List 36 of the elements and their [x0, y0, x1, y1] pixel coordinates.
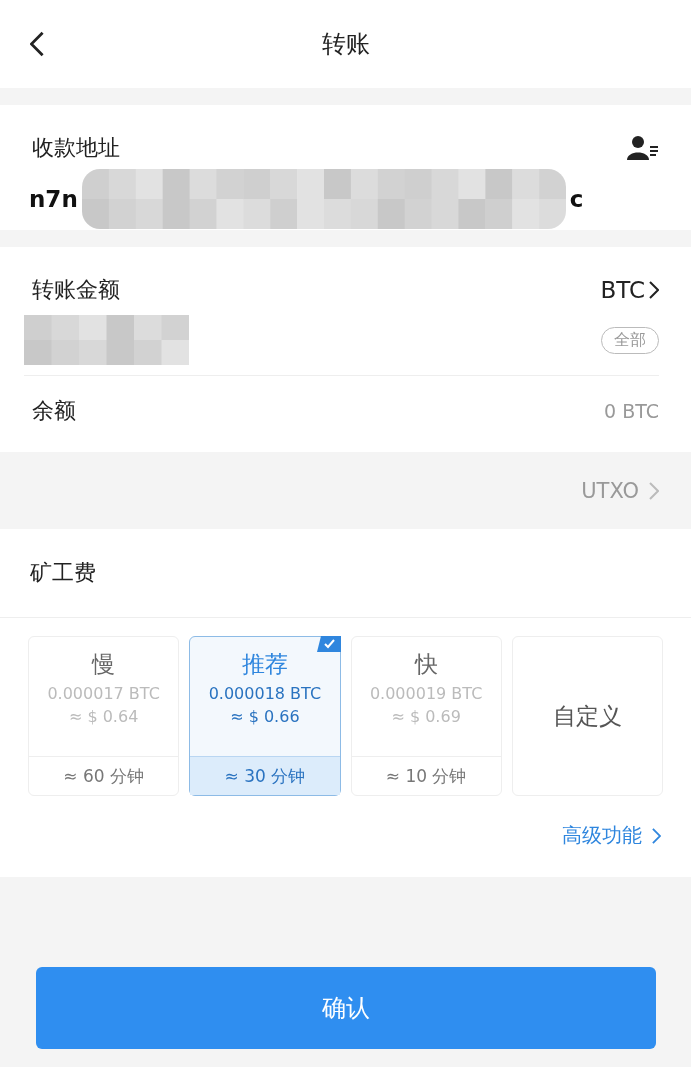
back-icon: [30, 30, 44, 58]
section-title: 矿工费: [0, 529, 691, 618]
page-title: 转账: [321, 29, 370, 60]
fee-amount: 0.000017 BTC: [47, 684, 160, 703]
check-icon: [316, 636, 341, 652]
all-button[interactable]: 全部: [601, 326, 659, 354]
option-label: 自定义: [552, 701, 622, 731]
option-label: 慢: [92, 650, 116, 679]
confirm-button[interactable]: 确认: [35, 967, 656, 1049]
fee-amount: 0.000018 BTC: [208, 684, 322, 703]
option-label: 快: [414, 650, 438, 679]
address-text: n7n: [29, 186, 78, 212]
chevron-icon: [649, 480, 659, 501]
field-label: 转账金额: [32, 276, 120, 304]
fee-option-card[interactable]: 推荐 0.000018 BTC ≈ $ 0.66 ≈ 30 分钟: [189, 636, 341, 796]
fee-usd: ≈ $ 0.64: [68, 707, 139, 726]
option-label: 推荐: [241, 650, 288, 679]
field-label: 收款地址: [32, 134, 120, 162]
fee-option-card[interactable]: 自定义: [511, 636, 663, 796]
fee-option-card[interactable]: 慢 0.000017 BTC ≈ $ 0.64 ≈ 60 分钟: [28, 636, 180, 796]
fee-option-card[interactable]: 快 0.000019 BTC ≈ $ 0.69 ≈ 10 分钟: [350, 636, 502, 796]
contacts-icon[interactable]: [627, 135, 659, 161]
chevron-icon: [649, 280, 659, 300]
fee-usd: ≈ $ 0.69: [391, 707, 461, 726]
address-text: c: [569, 186, 584, 212]
advanced-link[interactable]: 高级功能: [562, 822, 661, 849]
currency-selector[interactable]: BTC: [600, 277, 659, 303]
balance-value: 0 BTC: [604, 400, 659, 422]
fee-amount: 0.000019 BTC: [369, 684, 483, 703]
time-estimate: ≈ 10 分钟: [351, 756, 501, 795]
time-estimate: ≈ 60 分钟: [29, 756, 179, 795]
utxo-link[interactable]: UTXO: [581, 478, 659, 503]
chevron-icon: [652, 826, 661, 845]
fee-usd: ≈ $ 0.66: [230, 707, 300, 726]
time-estimate: ≈ 30 分钟: [190, 756, 340, 795]
field-label: 余额: [32, 397, 76, 425]
